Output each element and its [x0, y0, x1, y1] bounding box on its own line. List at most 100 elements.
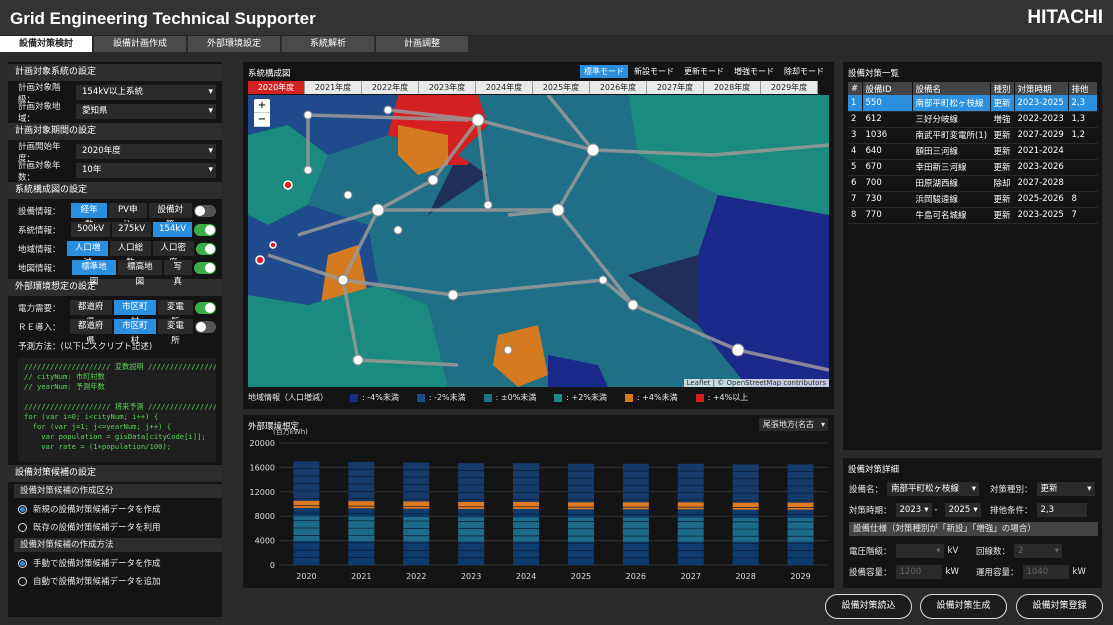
eq-age-toggle[interactable]: 経年数 [71, 203, 107, 230]
demand-pref-toggle[interactable]: 都道府県 [69, 300, 112, 327]
years-select[interactable]: 10年 [76, 163, 216, 178]
mode-update[interactable]: 更新モード [680, 65, 728, 78]
col-header[interactable]: 排他 [1068, 82, 1098, 95]
col-header[interactable]: 設備ID [862, 82, 913, 95]
tab-external-env[interactable]: 外部環境設定 [188, 36, 280, 52]
mode-new[interactable]: 新設モード [630, 65, 678, 78]
sys-154kv-toggle[interactable]: 154kV [153, 222, 193, 237]
eq-pv-toggle[interactable]: PV申込 [108, 203, 147, 230]
section-header: 計画対象期間の設定 [8, 123, 222, 140]
start-year-select[interactable]: 2020年度 [76, 144, 216, 159]
radio-dot[interactable] [18, 576, 27, 586]
radio-auto[interactable]: 自動で設備対策候補データを追加 [8, 572, 222, 590]
re-sub-toggle[interactable]: 変電所 [158, 319, 193, 346]
table-row[interactable]: 7 730 浜岡駿遠線 更新 2025-2026 8 [848, 191, 1098, 208]
table-row[interactable]: 4 640 額田三河線 更新 2021-2024 [848, 143, 1098, 160]
map-standard-toggle[interactable]: 標準地図 [72, 260, 116, 287]
mode-remove[interactable]: 除却モード [780, 65, 828, 78]
demand-city-toggle[interactable]: 市区町村 [113, 300, 157, 327]
period-to-select[interactable]: 2025 [944, 503, 981, 517]
year-tab[interactable]: 2027年度 [647, 81, 704, 94]
circ-select[interactable]: 2 [1014, 544, 1063, 558]
bar[interactable] [513, 463, 540, 565]
sys-switch[interactable] [194, 223, 216, 236]
reg-change-toggle[interactable]: 人口増減 [67, 241, 108, 268]
re-switch[interactable] [194, 320, 217, 333]
year-tab[interactable]: 2024年度 [476, 81, 533, 94]
zoom-out-button[interactable]: − [254, 113, 270, 127]
radio-existing-data[interactable]: 既存の設備対策候補データを利用 [8, 518, 222, 536]
bar[interactable] [787, 464, 814, 565]
re-pref-toggle[interactable]: 都道府県 [69, 319, 112, 346]
re-city-toggle[interactable]: 市区町村 [113, 319, 157, 346]
area-select[interactable]: 愛知県 [76, 104, 216, 119]
year-tab[interactable]: 2022年度 [362, 81, 419, 94]
table-row[interactable]: 2 612 三好分岐線 増強 2022-2023 1,3 [848, 111, 1098, 128]
register-measure-button[interactable]: 設備対策登録 [1016, 594, 1103, 619]
volt-select[interactable] [895, 544, 944, 558]
eq-measure-toggle[interactable]: 設備対策 [148, 203, 192, 230]
eq-switch[interactable] [193, 204, 217, 217]
radio-manual[interactable]: 手動で設備対策候補データを作成 [8, 554, 222, 572]
excl-input[interactable]: 2,3 [1036, 503, 1087, 517]
op-input[interactable]: 1040 [1022, 565, 1069, 579]
type-select[interactable]: 更新 [1036, 482, 1095, 496]
demand-sub-toggle[interactable]: 変電所 [158, 300, 193, 327]
radio-dot[interactable] [18, 504, 27, 514]
map-attribution[interactable]: Leaflet | © OpenStreetMap contributors [683, 379, 829, 387]
col-header[interactable]: 設備名 [912, 82, 991, 95]
bar[interactable] [293, 461, 320, 565]
sys-275kv-toggle[interactable]: 275kV [112, 222, 152, 237]
tab-system-analysis[interactable]: 系統解析 [282, 36, 374, 52]
map-canvas[interactable] [248, 95, 829, 387]
legend-label: : -2%未満 [428, 393, 466, 402]
script-editor[interactable]: //////////////////// 変数説明 //////////////… [18, 358, 216, 462]
tab-plan-create[interactable]: 設備計画作成 [94, 36, 186, 52]
reg-switch[interactable] [195, 242, 216, 255]
load-measure-button[interactable]: 設備対策読込 [825, 594, 912, 619]
table-row[interactable]: 5 670 幸田新三河線 更新 2023-2026 [848, 159, 1098, 176]
mode-standard[interactable]: 標準モード [580, 65, 628, 78]
year-tab[interactable]: 2029年度 [761, 81, 818, 94]
sys-500kv-toggle[interactable]: 500kV [71, 222, 111, 237]
bar[interactable] [567, 463, 594, 565]
col-header[interactable]: # [848, 82, 863, 95]
year-tab[interactable]: 2025年度 [533, 81, 590, 94]
period-from-select[interactable]: 2023 [895, 503, 932, 517]
year-tab[interactable]: 2028年度 [704, 81, 761, 94]
col-header[interactable]: 対策時期 [1014, 82, 1069, 95]
year-tab[interactable]: 2026年度 [590, 81, 647, 94]
table-row[interactable]: 8 770 牛島可名城線 更新 2023-2025 7 [848, 207, 1098, 224]
table-row[interactable]: 6 700 田原湖西線 除却 2027-2028 [848, 175, 1098, 192]
reg-density-toggle[interactable]: 人口密度 [152, 241, 194, 268]
demand-switch[interactable] [194, 301, 217, 314]
radio-dot[interactable] [18, 522, 27, 532]
bar[interactable] [458, 463, 485, 565]
table-row[interactable]: 1 550 南部平町松ヶ枝線 更新 2023-2025 2,3 [848, 95, 1098, 112]
map-switch[interactable] [193, 261, 216, 274]
table-row[interactable]: 3 1036 南武平町変電所(1) 更新 2027-2029 1,2 [848, 127, 1098, 144]
tab-plan-adjust[interactable]: 計画調整 [376, 36, 468, 52]
bar[interactable] [732, 464, 759, 565]
bar[interactable] [403, 462, 430, 565]
mode-reinforce[interactable]: 増強モード [730, 65, 778, 78]
year-tab[interactable]: 2020年度 [248, 81, 305, 94]
zoom-in-button[interactable]: + [254, 99, 270, 113]
radio-dot[interactable] [18, 558, 27, 568]
radio-new-data[interactable]: 新規の設備対策候補データを作成 [8, 500, 222, 518]
reg-total-toggle[interactable]: 人口総数 [109, 241, 151, 268]
year-tab[interactable]: 2021年度 [305, 81, 362, 94]
map-elevation-toggle[interactable]: 標高地図 [117, 260, 162, 287]
year-tab[interactable]: 2023年度 [419, 81, 476, 94]
cap-input[interactable]: 1200 [895, 565, 942, 579]
bar[interactable] [677, 463, 704, 565]
voltage-select[interactable]: 154kV以上系統 [76, 85, 216, 100]
bar[interactable] [348, 461, 375, 565]
col-header[interactable]: 種別 [990, 82, 1015, 95]
generate-measure-button[interactable]: 設備対策生成 [920, 594, 1007, 619]
map-view[interactable]: + − Leaflet | © OpenStreetMap contributo… [248, 95, 829, 387]
tab-equipment-plan-study[interactable]: 設備対策検討 [0, 36, 92, 52]
map-photo-toggle[interactable]: 写真 [163, 260, 192, 287]
name-select[interactable]: 南部平町松ヶ枝線 [887, 482, 980, 496]
bar[interactable] [622, 463, 649, 565]
